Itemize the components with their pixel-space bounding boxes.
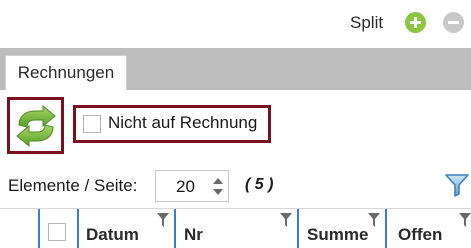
column-filter-icon[interactable] xyxy=(157,213,169,227)
column-separator xyxy=(297,209,299,248)
plus-circle-icon xyxy=(410,17,421,28)
not-on-invoice-checkbox[interactable] xyxy=(83,115,101,133)
select-all-checkbox[interactable] xyxy=(48,223,66,241)
top-toolbar: Split xyxy=(0,0,471,48)
column-header-datum[interactable]: Datum xyxy=(86,225,139,245)
column-filter-icon[interactable] xyxy=(280,213,292,227)
split-label[interactable]: Split xyxy=(350,13,383,33)
column-separator xyxy=(174,209,176,248)
column-separator xyxy=(77,209,79,248)
funnel-icon xyxy=(445,174,469,197)
column-filter-icon[interactable] xyxy=(459,213,471,227)
items-per-page-stepper[interactable]: 20 xyxy=(155,170,229,202)
minus-circle-icon xyxy=(448,21,459,24)
not-on-invoice-option[interactable]: Nicht auf Rechnung xyxy=(73,105,271,143)
stepper-down-icon[interactable] xyxy=(212,187,224,197)
column-filter-icon[interactable] xyxy=(368,213,380,227)
column-header-summe[interactable]: Summe xyxy=(307,225,368,245)
items-per-page-label: Elemente / Seite: xyxy=(8,176,138,195)
column-header-nr[interactable]: Nr xyxy=(184,225,203,245)
not-on-invoice-label: Nicht auf Rechnung xyxy=(108,113,258,132)
grid-header: Datum Nr Summe Offen xyxy=(0,208,471,248)
stepper-up-icon[interactable] xyxy=(212,176,224,186)
remove-button[interactable] xyxy=(443,12,464,33)
column-separator xyxy=(38,209,40,248)
column-separator xyxy=(385,209,387,248)
refresh-button[interactable] xyxy=(7,97,64,154)
items-per-page-value[interactable]: 20 xyxy=(176,177,195,197)
column-header-offen[interactable]: Offen xyxy=(398,225,442,245)
filter-button[interactable] xyxy=(443,171,471,199)
refresh-icon xyxy=(15,104,56,147)
item-count: ( 5 ) xyxy=(245,176,274,193)
tab-strip: Rechnungen xyxy=(0,48,471,90)
tab-label: Rechnungen xyxy=(17,63,115,82)
add-button[interactable] xyxy=(405,12,426,33)
tab-rechnungen[interactable]: Rechnungen xyxy=(5,55,127,90)
